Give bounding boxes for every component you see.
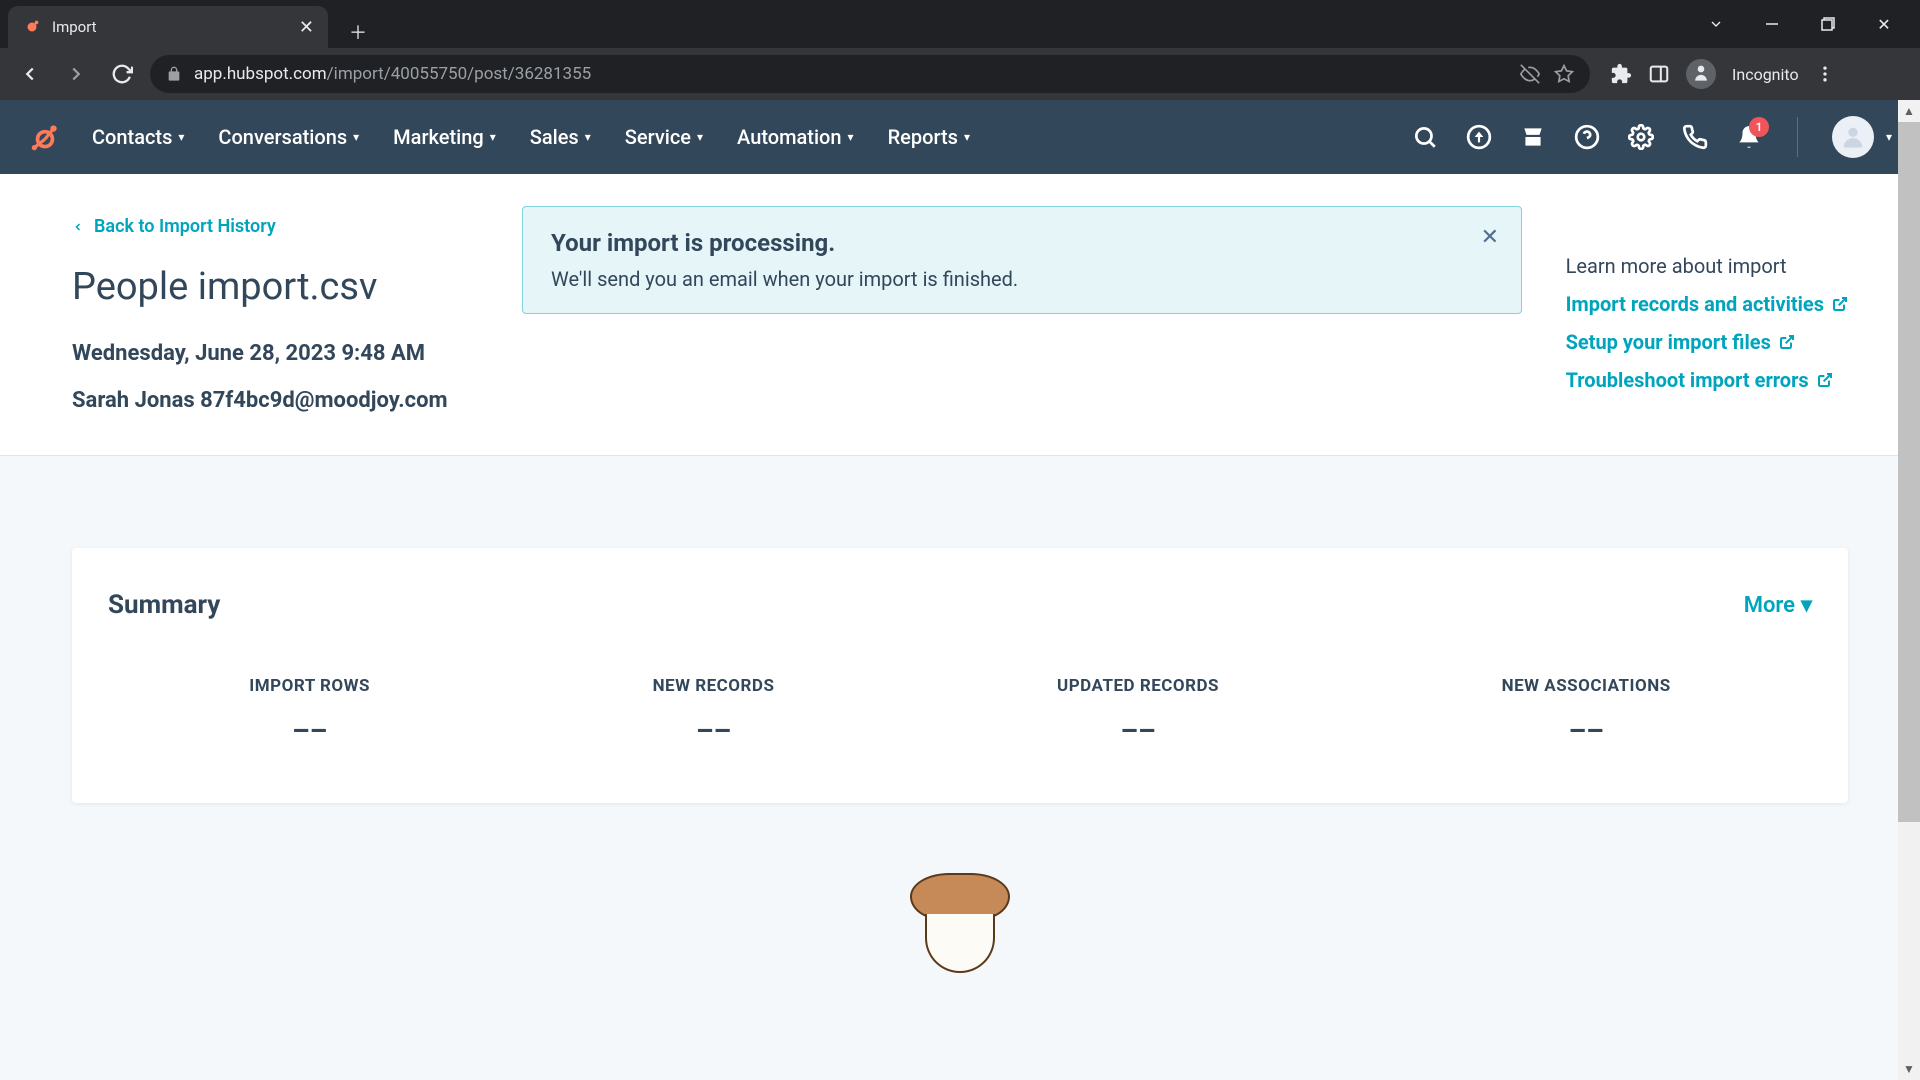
stat-updated-records: UPDATED RECORDS ––	[1057, 676, 1219, 747]
help-link-setup[interactable]: Setup your import files	[1566, 330, 1848, 354]
help-icon[interactable]	[1573, 123, 1601, 151]
chevron-down-icon: ▾	[697, 130, 703, 144]
scrollbar-thumb[interactable]	[1898, 122, 1920, 822]
nav-automation[interactable]: Automation▾	[737, 125, 854, 149]
alert-title: Your import is processing.	[551, 229, 1493, 257]
nav-items: Contacts▾ Conversations▾ Marketing▾ Sale…	[92, 125, 970, 149]
nav-conversations[interactable]: Conversations▾	[218, 125, 359, 149]
nav-icons: 1 ▾	[1411, 117, 1892, 157]
more-dropdown[interactable]: More▾	[1744, 593, 1812, 618]
new-tab-button[interactable]: ＋	[342, 16, 374, 48]
window-controls: ✕	[1702, 10, 1920, 38]
help-link-troubleshoot[interactable]: Troubleshoot import errors	[1566, 368, 1848, 392]
nav-sales[interactable]: Sales▾	[530, 125, 591, 149]
app-nav: Contacts▾ Conversations▾ Marketing▾ Sale…	[0, 100, 1920, 174]
marketplace-icon[interactable]	[1519, 123, 1547, 151]
notifications-bell-icon[interactable]: 1	[1735, 123, 1763, 151]
browser-titlebar: Import ✕ ＋ ✕	[0, 0, 1920, 48]
help-heading: Learn more about import	[1566, 254, 1848, 278]
bookmark-star-icon[interactable]	[1554, 64, 1574, 84]
tab-search-icon[interactable]	[1702, 10, 1730, 38]
acorn-illustration-icon	[905, 873, 1015, 973]
processing-alert: Your import is processing. We'll send yo…	[522, 206, 1522, 314]
nav-service[interactable]: Service▾	[625, 125, 703, 149]
incognito-avatar-icon[interactable]	[1686, 59, 1716, 89]
upgrade-icon[interactable]	[1465, 123, 1493, 151]
browser-toolbar: app.hubspot.com/import/40055750/post/362…	[0, 48, 1920, 100]
notification-badge: 1	[1749, 117, 1769, 137]
chevron-down-icon: ▾	[1886, 130, 1892, 144]
address-bar[interactable]: app.hubspot.com/import/40055750/post/362…	[150, 55, 1590, 93]
eye-off-icon[interactable]	[1520, 64, 1540, 84]
chevron-down-icon: ▾	[178, 130, 184, 144]
alert-subtitle: We'll send you an email when your import…	[551, 267, 1493, 291]
settings-gear-icon[interactable]	[1627, 123, 1655, 151]
scrollbar[interactable]: ▲ ▼	[1898, 100, 1920, 1080]
forward-button[interactable]	[58, 56, 94, 92]
help-panel: Learn more about import Import records a…	[1566, 254, 1848, 406]
reload-button[interactable]	[104, 56, 140, 92]
stat-new-records: NEW RECORDS ––	[653, 676, 775, 747]
import-user: Sarah Jonas 87f4bc9d@moodjoy.com	[72, 388, 452, 413]
chevron-down-icon: ▾	[490, 130, 496, 144]
stat-new-associations: NEW ASSOCIATIONS ––	[1502, 676, 1671, 747]
header-section: Back to Import History People import.csv…	[0, 174, 1920, 456]
tab-title: Import	[52, 18, 289, 36]
external-link-icon	[1817, 372, 1833, 388]
hubspot-logo-icon[interactable]	[28, 120, 62, 154]
chevron-down-icon: ▾	[964, 130, 970, 144]
page-title: People import.csv	[72, 265, 452, 309]
close-tab-icon[interactable]: ✕	[299, 17, 314, 38]
summary-title: Summary	[108, 590, 220, 620]
lock-icon	[166, 66, 182, 82]
avatar-icon	[1832, 116, 1874, 158]
extensions-icon[interactable]	[1610, 63, 1632, 85]
browser-menu-icon[interactable]	[1815, 64, 1835, 84]
external-link-icon	[1832, 296, 1848, 312]
nav-marketing[interactable]: Marketing▾	[393, 125, 496, 149]
external-link-icon	[1779, 334, 1795, 350]
minimize-window-icon[interactable]	[1758, 10, 1786, 38]
side-panel-icon[interactable]	[1648, 63, 1670, 85]
chevron-down-icon: ▾	[1801, 593, 1812, 618]
account-menu[interactable]: ▾	[1832, 123, 1892, 151]
toolbar-right: Incognito	[1610, 59, 1835, 89]
incognito-label: Incognito	[1732, 65, 1799, 84]
summary-card: Summary More▾ IMPORT ROWS –– NEW RECORDS…	[72, 548, 1848, 803]
stat-import-rows: IMPORT ROWS ––	[249, 676, 370, 747]
page-content: Back to Import History People import.csv…	[0, 174, 1920, 973]
chevron-down-icon: ▾	[353, 130, 359, 144]
close-alert-icon[interactable]: ✕	[1481, 225, 1499, 250]
chevron-down-icon: ▾	[848, 130, 854, 144]
import-date: Wednesday, June 28, 2023 9:48 AM	[72, 341, 452, 366]
stats-row: IMPORT ROWS –– NEW RECORDS –– UPDATED RE…	[108, 676, 1812, 747]
url-text: app.hubspot.com/import/40055750/post/362…	[194, 64, 591, 84]
back-button[interactable]	[12, 56, 48, 92]
chevron-down-icon: ▾	[585, 130, 591, 144]
hubspot-favicon-icon	[22, 17, 42, 37]
nav-divider	[1797, 117, 1798, 157]
scroll-down-icon[interactable]: ▼	[1898, 1058, 1920, 1080]
help-link-records[interactable]: Import records and activities	[1566, 292, 1848, 316]
scroll-up-icon[interactable]: ▲	[1898, 100, 1920, 122]
browser-tab[interactable]: Import ✕	[8, 6, 328, 48]
search-icon[interactable]	[1411, 123, 1439, 151]
back-to-history-link[interactable]: Back to Import History	[72, 216, 452, 237]
nav-contacts[interactable]: Contacts▾	[92, 125, 184, 149]
close-window-icon[interactable]: ✕	[1870, 10, 1898, 38]
calling-icon[interactable]	[1681, 123, 1709, 151]
maximize-window-icon[interactable]	[1814, 10, 1842, 38]
nav-reports[interactable]: Reports▾	[888, 125, 970, 149]
tab-strip: Import ✕ ＋	[0, 0, 374, 48]
